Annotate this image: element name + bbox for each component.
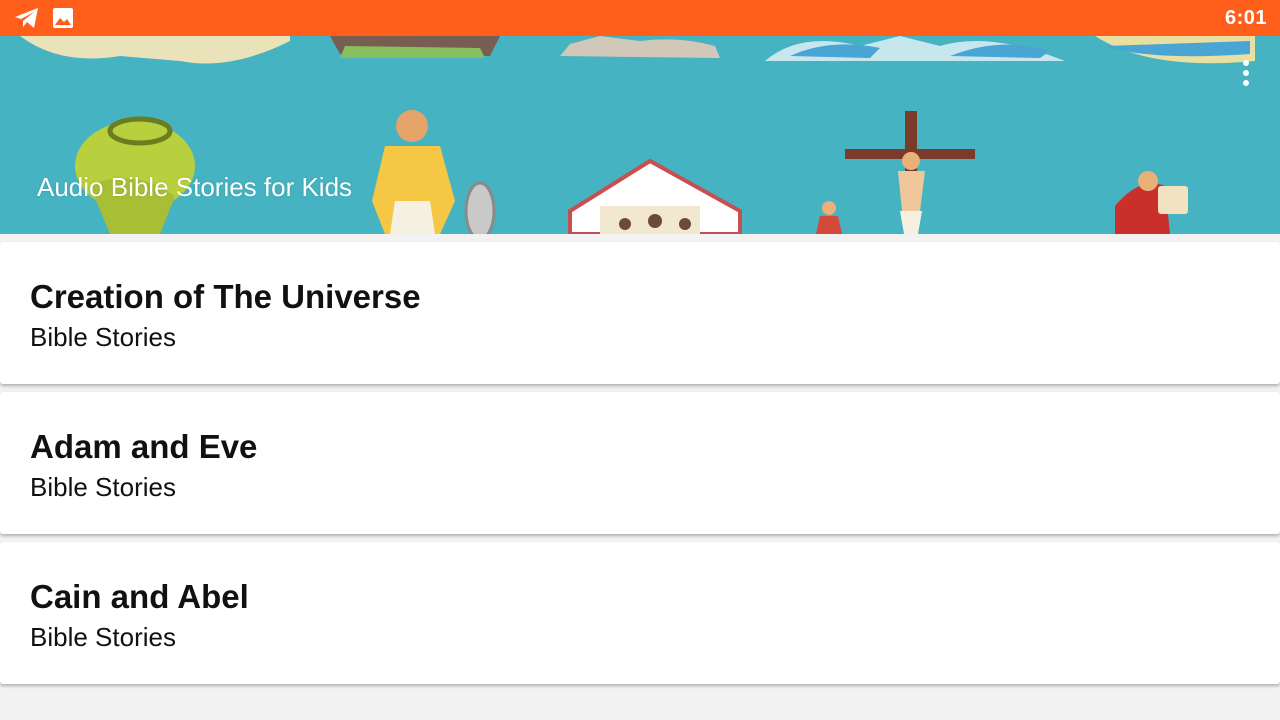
story-subtitle: Bible Stories — [30, 472, 176, 502]
app-title: Audio Bible Stories for Kids — [37, 172, 353, 202]
story-title: Creation of The Universe — [30, 278, 421, 315]
more-vert-icon[interactable] — [1236, 56, 1256, 90]
story-subtitle: Bible Stories — [30, 322, 176, 352]
menu-dot — [1243, 70, 1249, 76]
story-title: Cain and Abel — [30, 578, 249, 615]
status-time: 6:01 — [1224, 7, 1267, 29]
banner-illustration — [20, 36, 1255, 234]
story-card[interactable]: Adam and Eve Bible Stories — [0, 392, 1280, 534]
story-list: Creation of The Universe Bible Stories A… — [0, 242, 1280, 692]
app-header: Audio Bible Stories for Kids — [0, 36, 1280, 234]
menu-dot — [1243, 80, 1249, 86]
telegram-icon — [14, 6, 40, 35]
story-card[interactable]: Cain and Abel Bible Stories — [0, 542, 1280, 684]
story-subtitle: Bible Stories — [30, 622, 176, 652]
menu-dot — [1243, 60, 1249, 66]
story-title: Adam and Eve — [30, 428, 258, 465]
status-bar: 6:01 — [0, 0, 1280, 36]
image-icon — [52, 7, 74, 34]
status-icons — [14, 6, 74, 35]
story-card[interactable]: Creation of The Universe Bible Stories — [0, 242, 1280, 384]
